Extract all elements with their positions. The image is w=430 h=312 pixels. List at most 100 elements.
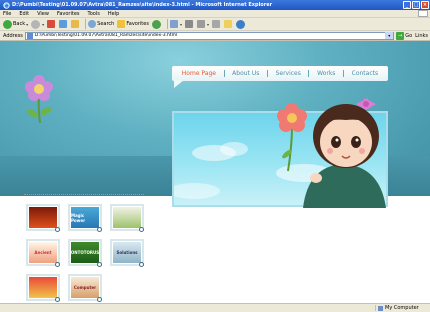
nav-contacts[interactable]: Contacts <box>352 70 378 77</box>
stop-icon <box>47 20 56 28</box>
edit-icon <box>196 20 205 28</box>
thumb-image <box>113 207 141 228</box>
discuss-icon <box>211 20 220 28</box>
chevron-down-icon[interactable]: ▾ <box>26 22 28 27</box>
portfolio-thumb-1[interactable] <box>26 204 60 232</box>
nav-works[interactable]: Works <box>317 70 335 77</box>
maximize-button[interactable]: □ <box>412 1 420 9</box>
thumb-image: ONTOTORUS <box>71 242 99 263</box>
links-button[interactable]: Links <box>415 33 428 39</box>
thumb-image <box>29 277 57 298</box>
section-divider <box>24 194 144 195</box>
zoom-icon[interactable] <box>139 227 144 232</box>
portfolio-thumb-4[interactable]: Ancient <box>26 239 60 267</box>
forward-button[interactable]: ▾ <box>31 19 44 29</box>
portfolio-thumb-6[interactable]: Solutions <box>110 239 144 267</box>
menu-help[interactable]: Help <box>108 11 119 17</box>
thumb-image: Solutions <box>113 242 141 263</box>
history-button[interactable] <box>151 19 162 29</box>
security-zone: My Computer <box>375 305 430 311</box>
menu-view[interactable]: View <box>37 11 49 17</box>
refresh-button[interactable] <box>59 20 68 28</box>
address-label: Address <box>3 32 23 39</box>
discuss-button[interactable] <box>211 20 221 28</box>
portfolio-thumb-5[interactable]: ONTOTORUS <box>68 239 102 267</box>
chevron-down-icon[interactable]: ▾ <box>207 22 209 27</box>
nav-divider <box>343 70 345 77</box>
zoom-icon[interactable] <box>139 262 144 267</box>
mail-button[interactable]: ▾ <box>169 20 182 28</box>
menu-bar: File Edit View Favorites Tools Help <box>0 10 430 18</box>
thumb-image: Ancient <box>29 242 57 263</box>
zoom-icon[interactable] <box>55 297 60 302</box>
menu-file[interactable]: File <box>3 11 11 17</box>
back-button[interactable]: Back ▾ <box>3 19 28 29</box>
zone-label: My Computer <box>385 305 419 311</box>
thumb-image <box>29 207 57 228</box>
menu-favorites[interactable]: Favorites <box>57 11 80 17</box>
folder-icon <box>223 20 232 28</box>
back-label: Back <box>13 21 26 27</box>
search-icon <box>88 20 97 28</box>
search-button[interactable]: Search <box>88 20 114 28</box>
portfolio-thumb-7[interactable] <box>26 274 60 302</box>
forward-arrow-icon <box>31 19 41 29</box>
edit-button[interactable]: ▾ <box>196 20 209 28</box>
chevron-down-icon[interactable]: ▾ <box>42 22 44 27</box>
nav-home-page[interactable]: Home Page <box>182 70 216 77</box>
back-arrow-icon <box>3 19 12 29</box>
zoom-icon[interactable] <box>97 297 102 302</box>
address-url[interactable]: D:\Pumbi\Testing\01.09.07\Avtra\081_Ramz… <box>35 33 385 38</box>
zoom-icon[interactable] <box>97 262 102 267</box>
favorites-button[interactable]: Favorites <box>117 20 149 28</box>
nav-divider <box>308 70 310 77</box>
address-bar: Address D:\Pumbi\Testing\01.09.07\Avtra\… <box>0 31 430 41</box>
print-button[interactable] <box>184 20 194 28</box>
portfolio-thumb-2[interactable]: Magic Power <box>68 204 102 232</box>
portfolio-thumb-8[interactable]: Computer <box>68 274 102 302</box>
search-label: Search <box>97 21 115 27</box>
girl-mascot-illustration <box>277 98 386 208</box>
menu-tools[interactable]: Tools <box>88 11 100 17</box>
portfolio-thumb-3[interactable] <box>110 204 144 232</box>
ie-icon: e <box>3 1 10 9</box>
chevron-down-icon[interactable]: ▾ <box>180 22 182 27</box>
flower-logo-icon <box>25 75 53 124</box>
window-title: D:\Pumbi\Testing\01.09.07\Avtra\081_Ramz… <box>12 2 273 8</box>
page-content: Home Page About Us Services Works Contac… <box>0 41 430 303</box>
go-arrow-icon: → <box>396 31 405 40</box>
minimize-button[interactable]: _ <box>403 1 411 9</box>
address-input[interactable]: D:\Pumbi\Testing\01.09.07\Avtra\081_Ramz… <box>24 31 395 40</box>
zoom-icon[interactable] <box>97 227 102 232</box>
nav-about-us[interactable]: About Us <box>232 70 259 77</box>
computer-icon <box>378 305 383 311</box>
home-button[interactable] <box>71 20 80 28</box>
chevron-down-icon[interactable]: ▾ <box>385 32 394 39</box>
windows-flag-icon <box>418 10 428 17</box>
stop-button[interactable] <box>47 20 56 28</box>
menu-edit[interactable]: Edit <box>19 11 29 17</box>
toolbar: Back ▾ ▾ Search Favorites ▾ ▾ <box>0 18 430 31</box>
nav-divider <box>223 70 225 77</box>
toolbar-divider <box>166 19 168 29</box>
refresh-icon <box>59 20 68 28</box>
messenger-button[interactable] <box>235 19 246 29</box>
title-bar: e D:\Pumbi\Testing\01.09.07\Avtra\081_Ra… <box>0 0 430 10</box>
thumb-image: Computer <box>71 277 99 298</box>
home-icon <box>71 20 80 28</box>
history-icon <box>151 19 161 29</box>
zoom-icon[interactable] <box>55 262 60 267</box>
status-bar: My Computer <box>0 303 430 312</box>
page-icon <box>26 32 33 39</box>
mail-icon <box>169 20 178 28</box>
favorites-label: Favorites <box>126 21 149 27</box>
folder-button[interactable] <box>223 20 233 28</box>
go-label: Go <box>405 32 413 39</box>
go-button[interactable]: → Go <box>396 31 413 40</box>
close-button[interactable]: × <box>421 1 429 9</box>
main-nav: Home Page About Us Services Works Contac… <box>172 66 388 88</box>
zoom-icon[interactable] <box>55 227 60 232</box>
nav-divider <box>266 70 268 77</box>
print-icon <box>184 20 193 28</box>
nav-services[interactable]: Services <box>276 70 301 77</box>
